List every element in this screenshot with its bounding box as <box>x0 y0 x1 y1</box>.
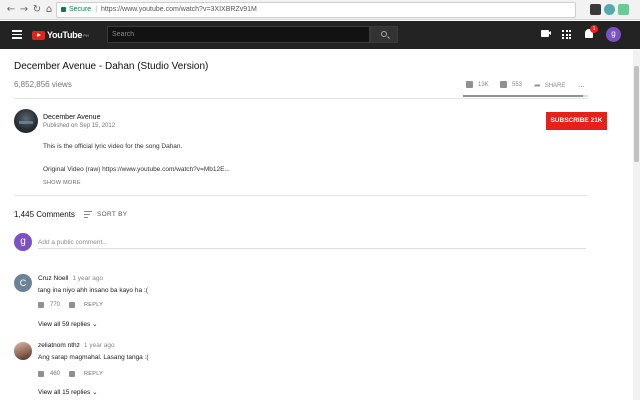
comment-like-count: 770 <box>50 302 61 308</box>
like-button[interactable]: 13K <box>466 81 489 88</box>
show-more-button[interactable]: SHOW MORE <box>43 180 81 186</box>
subscribe-label: SUBSCRIBE <box>550 117 589 124</box>
account-avatar[interactable]: g <box>606 27 621 42</box>
dislike-button[interactable]: 553 <box>500 81 522 88</box>
like-count: 13K <box>478 81 489 88</box>
notification-badge: 1 <box>590 25 598 33</box>
address-bar[interactable]: Secure | https://www.youtube.com/watch?v=3… <box>56 2 576 18</box>
apps-grid-icon[interactable] <box>562 30 571 39</box>
sort-by-button[interactable]: SORT BY <box>97 211 127 218</box>
comment-author[interactable]: Cruz Noell 1 year ago <box>38 275 103 282</box>
page-scrollbar[interactable] <box>633 50 640 400</box>
url-text: https://www.youtube.com/watch?v=3XIXBRZv… <box>101 6 257 13</box>
reply-button[interactable]: REPLY <box>84 371 103 377</box>
subscriber-count: 21K <box>590 117 603 124</box>
browser-toolbar: ← → ↻ ⌂ Secure | https://www.youtube.com/w… <box>0 0 640 20</box>
extension-icon[interactable] <box>618 4 629 15</box>
upload-video-icon[interactable] <box>541 30 551 37</box>
like-dislike-bar <box>463 95 588 97</box>
commenter-avatar[interactable]: C <box>14 274 32 292</box>
comment-text: Ang sarap magmahal. Lasang tanga :( <box>38 354 149 361</box>
commenter-avatar[interactable] <box>14 342 32 360</box>
comment-time: 1 year ago <box>83 342 115 349</box>
channel-name[interactable]: December Avenue <box>43 114 100 121</box>
comments-count: 1,445 Comments <box>14 210 75 219</box>
view-replies-button[interactable]: View all 15 replies ⌄ <box>38 388 98 396</box>
home-icon[interactable]: ⌂ <box>42 3 56 17</box>
back-icon[interactable]: ← <box>4 3 18 17</box>
thumbs-down-icon <box>500 81 507 88</box>
menu-icon[interactable] <box>12 30 22 39</box>
reply-button[interactable]: REPLY <box>84 302 103 308</box>
thumbs-up-icon[interactable] <box>38 371 44 377</box>
logo-text: YouTube <box>47 30 83 40</box>
search-input[interactable] <box>107 26 370 43</box>
view-count: 6,852,856 views <box>14 80 72 89</box>
subscribe-button[interactable]: SUBSCRIBE 21K <box>546 112 607 130</box>
publish-date: Published on Sep 15, 2012 <box>43 123 116 129</box>
divider <box>14 98 588 99</box>
description-line: This is the official lyric video for the… <box>43 143 183 150</box>
comment-author[interactable]: zeliatnom nthz 1 year ago <box>38 342 115 349</box>
share-button[interactable]: ➦ SHARE <box>534 81 565 90</box>
share-icon: ➦ <box>534 81 541 90</box>
thumbs-down-icon[interactable] <box>69 371 75 377</box>
extension-icon[interactable] <box>590 4 601 15</box>
description-line: Original Video (raw) https://www.youtube… <box>43 166 230 173</box>
logo-country: PH <box>83 32 89 38</box>
comment-author-name: Cruz Noell <box>38 275 69 282</box>
extension-icon[interactable] <box>604 4 615 15</box>
add-comment-input[interactable] <box>38 236 586 249</box>
chevron-down-icon: ⌄ <box>92 389 98 396</box>
search-icon <box>381 31 387 37</box>
divider <box>14 195 588 196</box>
thumbs-up-icon[interactable] <box>38 302 44 308</box>
secure-label: Secure <box>69 6 92 13</box>
youtube-logo[interactable]: YouTube PH <box>32 28 89 42</box>
sort-icon[interactable] <box>84 211 92 220</box>
comment-text: tang ina niyo ahh insano ba kayo ha :( <box>38 287 148 294</box>
my-avatar: g <box>14 233 32 251</box>
forward-icon[interactable]: → <box>17 3 31 17</box>
comment-time: 1 year ago <box>72 275 104 282</box>
scrollbar-thumb[interactable] <box>634 66 639 162</box>
search-button[interactable] <box>370 26 398 43</box>
view-replies-label: View all 59 replies <box>38 321 91 328</box>
lock-icon <box>61 6 66 12</box>
thumbs-down-icon[interactable] <box>69 302 75 308</box>
url-separator: | <box>95 6 98 13</box>
channel-avatar[interactable] <box>14 109 38 133</box>
share-label: SHARE <box>544 82 566 89</box>
chevron-down-icon: ⌄ <box>92 321 98 328</box>
play-icon <box>32 30 45 40</box>
thumbs-up-icon <box>466 81 473 88</box>
view-replies-button[interactable]: View all 59 replies ⌄ <box>38 320 98 328</box>
dislike-count: 553 <box>512 81 523 88</box>
youtube-header: YouTubePH 1 g <box>0 21 640 49</box>
more-actions-icon[interactable]: ... <box>578 80 585 89</box>
comment-author-name: zeliatnom nthz <box>38 342 80 349</box>
video-title: December Avenue - Dahan (Studio Version) <box>14 61 209 72</box>
like-ratio-fill <box>463 95 583 97</box>
comment-like-count: 460 <box>50 371 61 377</box>
view-replies-label: View all 15 replies <box>38 389 91 396</box>
